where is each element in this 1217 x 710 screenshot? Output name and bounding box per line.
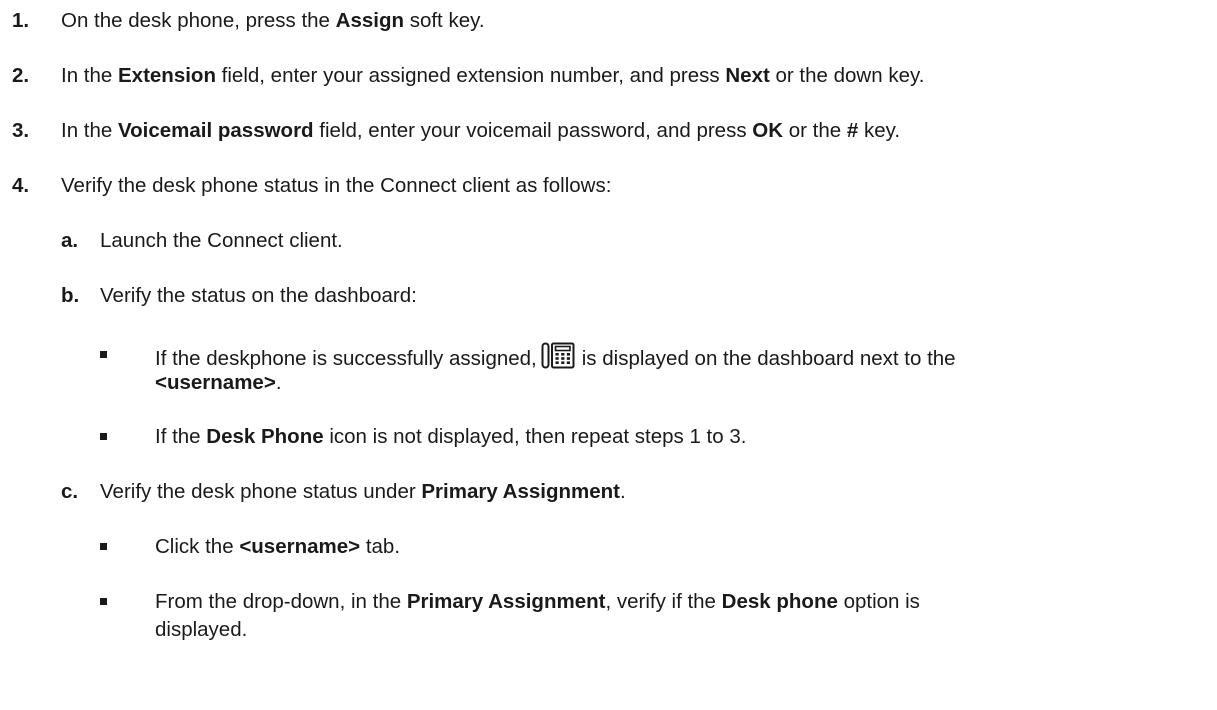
bullet-marker bbox=[100, 433, 107, 440]
bullet-text: From the drop-down, in the Primary Assig… bbox=[155, 589, 920, 615]
text-run: If the deskphone is successfully assigne… bbox=[155, 347, 537, 370]
bold-term: Primary Assignment bbox=[406, 590, 606, 613]
substep-letter: c. bbox=[61, 480, 79, 503]
text-run: If the bbox=[155, 425, 207, 448]
step-1-text: On the desk phone, press the Assign soft… bbox=[61, 8, 485, 34]
bold-term: Extension bbox=[118, 64, 216, 87]
step-number: 4. bbox=[12, 174, 30, 197]
text-run: field, enter your assigned extension num… bbox=[215, 64, 726, 87]
bold-term: Primary Assignment bbox=[421, 480, 620, 503]
text-run: tab. bbox=[360, 535, 401, 558]
substep-letter: a. bbox=[61, 229, 79, 252]
text-run: In the bbox=[61, 64, 118, 87]
bold-term: Assign bbox=[335, 9, 405, 32]
step-3-text: In the Voicemail password field, enter y… bbox=[61, 118, 900, 144]
bold-term: <username> bbox=[155, 371, 276, 394]
substep-b-text: Verify the status on the dashboard: bbox=[100, 284, 417, 307]
bullet-marker bbox=[100, 543, 107, 550]
text-run: . bbox=[275, 371, 282, 394]
bullet-marker bbox=[100, 351, 107, 358]
desk-phone-icon bbox=[541, 342, 575, 376]
bullet-text-continuation: displayed. bbox=[155, 618, 248, 641]
document-page: 1. On the desk phone, press the Assign s… bbox=[0, 0, 1217, 710]
text-run: is displayed on the dashboard next to th… bbox=[581, 347, 956, 370]
text-run: icon is not displayed, then repeat steps… bbox=[323, 425, 747, 448]
text-run: field, enter your voicemail password, an… bbox=[313, 119, 753, 142]
text-run: key. bbox=[858, 119, 901, 142]
text-run: Click the bbox=[155, 535, 240, 558]
bullet-marker bbox=[100, 598, 107, 605]
bold-term: # bbox=[846, 119, 859, 142]
text-run: From the drop-down, in the bbox=[155, 590, 407, 613]
text-run: soft key. bbox=[404, 9, 485, 32]
bullet-text: Click the <username> tab. bbox=[155, 534, 400, 560]
text-run: or the bbox=[783, 119, 847, 142]
text-run: . bbox=[620, 480, 626, 503]
bold-term: Voicemail password bbox=[118, 119, 314, 142]
step-number: 1. bbox=[12, 9, 30, 32]
substep-c-text: Verify the desk phone status under Prima… bbox=[100, 479, 626, 505]
bold-term: Desk Phone bbox=[206, 425, 324, 448]
bold-term: OK bbox=[752, 119, 784, 142]
bold-term: Next bbox=[725, 64, 770, 87]
text-run: , verify if the bbox=[605, 590, 722, 613]
bold-term: <username> bbox=[239, 535, 361, 558]
text-run: In the bbox=[61, 119, 118, 142]
bullet-text-continuation: <username>. bbox=[155, 370, 282, 396]
step-2-text: In the Extension field, enter your assig… bbox=[61, 63, 924, 89]
text-run: option is bbox=[837, 590, 920, 613]
text-run: Verify the desk phone status under bbox=[100, 480, 422, 503]
text-run: or the down key. bbox=[769, 64, 925, 87]
step-4-text: Verify the desk phone status in the Conn… bbox=[61, 174, 612, 197]
substep-a-text: Launch the Connect client. bbox=[100, 229, 343, 252]
bold-term: Desk phone bbox=[721, 590, 838, 613]
text-run: On the desk phone, press the bbox=[61, 9, 336, 32]
step-number: 2. bbox=[12, 64, 30, 87]
bullet-text: If the Desk Phone icon is not displayed,… bbox=[155, 424, 746, 450]
step-number: 3. bbox=[12, 119, 30, 142]
substep-letter: b. bbox=[61, 284, 80, 307]
